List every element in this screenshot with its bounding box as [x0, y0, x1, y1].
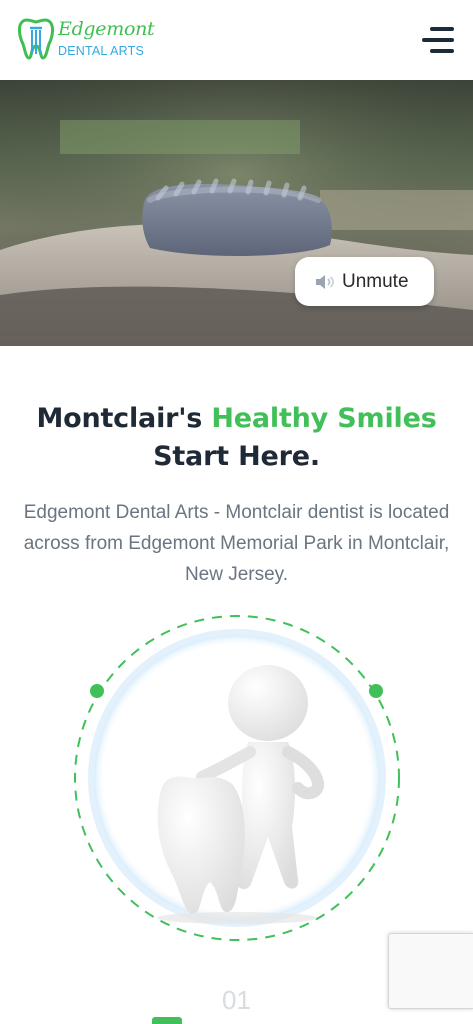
- intro-section: Montclair's Healthy Smiles Start Here. E…: [0, 400, 473, 590]
- page: Edgemont DENTAL ARTS Unmute Montclair's …: [0, 0, 473, 1024]
- headline-highlight: Healthy Smiles: [211, 403, 437, 434]
- tooth-illustration: [72, 612, 402, 944]
- site-header: Edgemont DENTAL ARTS: [0, 0, 473, 80]
- tooth-logo-icon: [18, 18, 54, 60]
- headline-prefix: Montclair's: [36, 403, 212, 434]
- hero-video-frame: [0, 80, 473, 346]
- logo-script-text: Edgemont: [58, 18, 155, 40]
- headline-suffix: Start Here.: [153, 441, 320, 472]
- page-title: Montclair's Healthy Smiles Start Here.: [0, 400, 473, 476]
- tooth-character-image: [74, 615, 400, 941]
- site-logo[interactable]: Edgemont DENTAL ARTS: [16, 14, 155, 64]
- progress-dot: [369, 684, 383, 698]
- hero-video[interactable]: [0, 80, 473, 346]
- recaptcha-badge[interactable]: [388, 933, 473, 1009]
- intro-description: Edgemont Dental Arts - Montclair dentist…: [23, 502, 450, 585]
- speaker-icon: [316, 274, 334, 289]
- logo-sub-text: DENTAL ARTS: [58, 44, 145, 58]
- unmute-button[interactable]: Unmute: [295, 257, 434, 306]
- unmute-label: Unmute: [342, 270, 409, 292]
- tooth-step-icon: [152, 1017, 182, 1024]
- progress-dot: [90, 684, 104, 698]
- hamburger-menu-icon[interactable]: [418, 22, 458, 58]
